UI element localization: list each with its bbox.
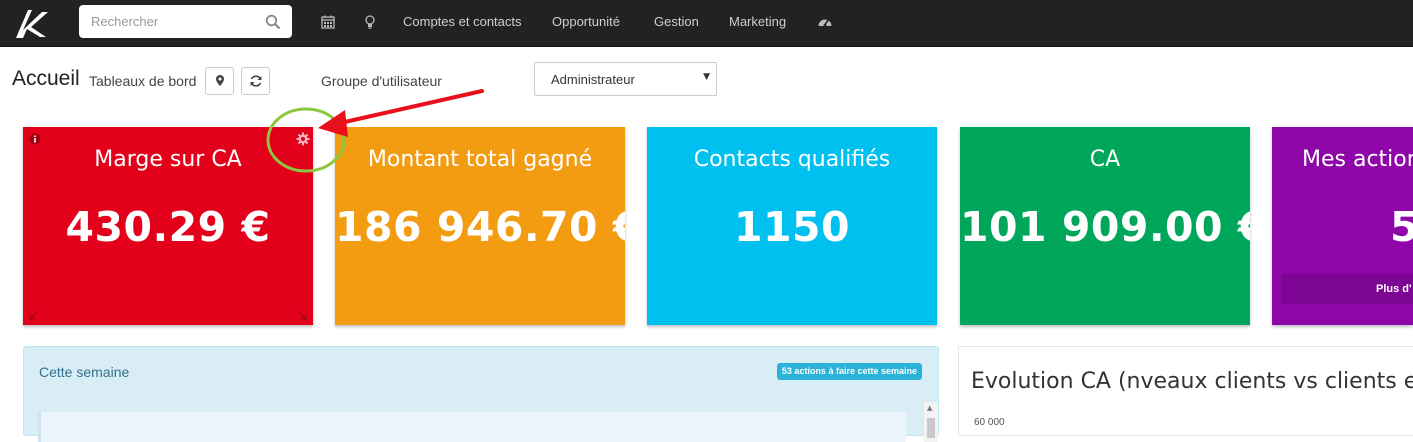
kpi-tile-contacts[interactable]: Contacts qualifiés 1150 (647, 127, 937, 325)
more-info-label: Plus d' (1376, 283, 1412, 295)
kpi-value: 430.29 € (65, 203, 271, 251)
kpi-tile-montant[interactable]: Montant total gagné 186 946.70 € (335, 127, 625, 325)
kpi-tile-ca[interactable]: CA 101 909.00 € (960, 127, 1250, 325)
search-input[interactable] (79, 5, 264, 38)
user-group-select[interactable]: Administrateur ▼ (534, 62, 717, 96)
resize-handle-icon[interactable] (296, 309, 308, 321)
search-icon[interactable] (265, 14, 281, 30)
kpi-title: Marge sur CA (94, 147, 242, 172)
refresh-icon (250, 75, 262, 87)
search-box[interactable] (79, 5, 292, 38)
info-icon[interactable] (29, 133, 41, 145)
nav-marketing[interactable]: Marketing (729, 14, 786, 29)
scrollbar[interactable]: ▲ (924, 402, 938, 442)
nav-gestion[interactable]: Gestion (654, 14, 699, 29)
gear-icon[interactable] (296, 132, 310, 146)
page-title: Accueil (12, 67, 80, 90)
resize-handle-icon[interactable] (28, 309, 40, 321)
user-group-value: Administrateur (551, 72, 635, 87)
top-navbar: Comptes et contacts Opportunité Gestion … (0, 0, 1413, 47)
kpi-value: 1150 (733, 203, 851, 251)
map-marker-icon (216, 75, 224, 86)
kpi-value: 101 909.00 € (960, 203, 1250, 251)
actions-list (38, 412, 906, 442)
kpi-tile-actions[interactable]: Mes action 5 Plus d' (1272, 127, 1413, 325)
kpi-tile-marge[interactable]: Marge sur CA 430.29 € (23, 127, 313, 325)
location-button[interactable] (205, 67, 234, 95)
kpi-title: Mes action (1302, 147, 1413, 172)
chart-title: Evolution CA (nveaux clients vs clients … (971, 369, 1413, 394)
scroll-thumb[interactable] (927, 418, 935, 438)
user-group-label: Groupe d'utilisateur (321, 73, 442, 89)
lightbulb-icon[interactable] (362, 14, 378, 30)
dropdown-caret-icon: ▼ (703, 72, 710, 82)
kpi-title: Contacts qualifiés (693, 147, 891, 172)
kpi-title: CA (1089, 147, 1121, 172)
brand-logo[interactable] (12, 6, 52, 40)
kpi-title: Montant total gagné (367, 147, 593, 172)
scroll-up-icon[interactable]: ▲ (927, 404, 932, 412)
refresh-button[interactable] (241, 67, 270, 95)
tachometer-icon[interactable] (817, 14, 833, 30)
kpi-value: 186 946.70 € (335, 203, 625, 251)
calendar-icon[interactable] (320, 14, 336, 30)
actions-count-badge[interactable]: 53 actions à faire cette semaine (776, 363, 922, 380)
nav-comptes-contacts[interactable]: Comptes et contacts (403, 14, 522, 29)
more-info-link[interactable]: Plus d' (1282, 274, 1413, 304)
page-subtitle: Tableaux de bord (89, 73, 197, 89)
kpi-value: 5 (1390, 203, 1413, 251)
panel-title: Cette semaine (39, 364, 130, 380)
nav-opportunite[interactable]: Opportunité (552, 14, 620, 29)
